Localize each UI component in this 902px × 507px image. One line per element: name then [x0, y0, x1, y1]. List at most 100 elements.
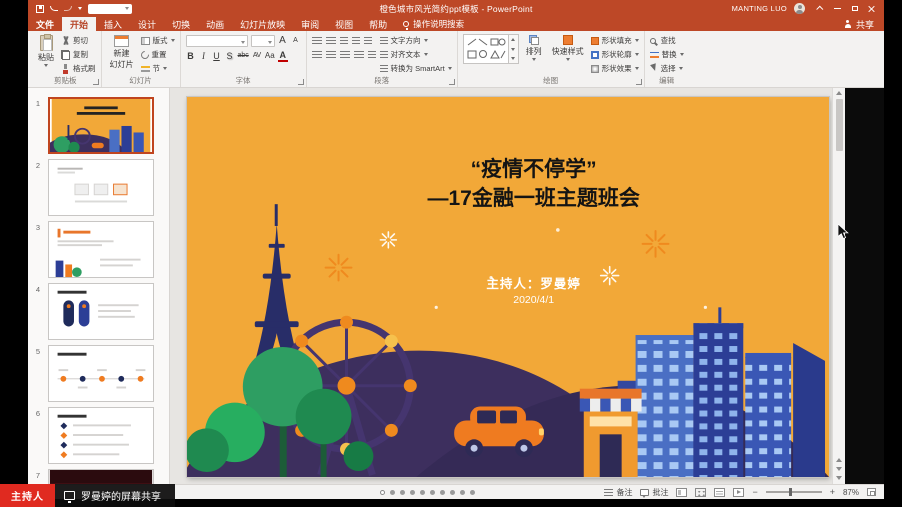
dot[interactable] [470, 490, 475, 495]
shape-gallery[interactable] [463, 34, 509, 64]
slide-title[interactable]: “疫情不停学” —17金融一班主题班会 [328, 155, 739, 214]
quick-styles-button[interactable]: 快速样式 [549, 34, 587, 76]
tab-animations[interactable]: 动画 [198, 17, 232, 31]
slide-thumbnail-4[interactable] [48, 283, 154, 340]
cut-button[interactable]: 剪切 [61, 34, 96, 47]
tab-home[interactable]: 开始 [62, 17, 96, 31]
new-slide-button[interactable]: 新建 幻灯片 [107, 34, 137, 76]
slide-thumbnail-5[interactable] [48, 345, 154, 402]
tab-file[interactable]: 文件 [28, 17, 62, 31]
tell-me-search[interactable]: 操作说明搜索 [395, 17, 472, 31]
ribbon-options-button[interactable] [812, 2, 829, 15]
qat-combo[interactable] [88, 4, 132, 14]
notes-button[interactable]: 备注 [604, 487, 632, 498]
scroll-up-arrow-icon[interactable] [836, 91, 842, 95]
share-button[interactable]: 共享 [834, 17, 884, 31]
text-direction-button[interactable]: 文字方向 [380, 34, 452, 47]
account-name[interactable]: MANTING LUO [732, 4, 787, 13]
grow-font-button[interactable]: A [278, 35, 288, 47]
format-painter-button[interactable]: 格式刷 [61, 62, 96, 75]
increase-indent-icon[interactable] [352, 37, 360, 45]
restore-button[interactable] [846, 2, 863, 15]
shape-fill-button[interactable]: 形状填充 [591, 34, 639, 47]
dot[interactable] [420, 490, 425, 495]
select-button[interactable]: 选择 [650, 62, 684, 75]
next-slide-icon[interactable] [836, 467, 842, 471]
scrollbar-thumb[interactable] [836, 99, 843, 151]
slide-sorter-view-button[interactable] [695, 488, 706, 497]
slideshow-view-button[interactable] [733, 488, 744, 497]
dialog-launcher-icon[interactable] [636, 79, 642, 85]
slide-date-text[interactable]: 2020/4/1 [328, 294, 739, 306]
justify-icon[interactable] [354, 51, 364, 59]
dot[interactable] [390, 490, 395, 495]
slide-thumbnail-1[interactable] [48, 97, 154, 154]
fit-slide-icon[interactable] [867, 488, 876, 496]
find-button[interactable]: 查找 [650, 34, 684, 47]
current-slide[interactable]: “疫情不停学” —17金融一班主题班会 主持人：罗曼婷 2020/4/1 [187, 97, 829, 477]
zoom-in-button[interactable]: + [830, 488, 835, 497]
dialog-launcher-icon[interactable] [449, 79, 455, 85]
italic-button[interactable]: I [199, 50, 209, 62]
slide-thumbnail-7[interactable] [48, 469, 154, 484]
shape-outline-button[interactable]: 形状轮廓 [591, 48, 639, 61]
dot[interactable] [440, 490, 445, 495]
zoom-out-button[interactable]: − [752, 488, 757, 497]
dot[interactable] [410, 490, 415, 495]
section-button[interactable]: 节 [141, 62, 175, 75]
dot[interactable] [450, 490, 455, 495]
slide-thumbnail-6[interactable] [48, 407, 154, 464]
strikethrough-button[interactable]: abc [238, 50, 249, 62]
slide-presenter-text[interactable]: 主持人：罗曼婷 [328, 273, 739, 292]
arrange-button[interactable]: 排列 [523, 34, 545, 76]
shape-gallery-scroll[interactable] [509, 34, 519, 64]
underline-button[interactable]: U [212, 50, 222, 62]
tab-transitions[interactable]: 切换 [164, 17, 198, 31]
tab-view[interactable]: 视图 [327, 17, 361, 31]
zoom-slider[interactable] [766, 491, 822, 493]
tab-design[interactable]: 设计 [130, 17, 164, 31]
zoom-level[interactable]: 87% [843, 488, 859, 497]
numbering-icon[interactable] [326, 37, 336, 45]
slide-thumbnail-3[interactable] [48, 221, 154, 278]
layout-button[interactable]: 版式 [141, 34, 175, 47]
bold-button[interactable]: B [186, 50, 196, 62]
shape-effects-button[interactable]: 形状效果 [591, 62, 639, 75]
line-spacing-icon[interactable] [364, 37, 372, 45]
dot[interactable] [460, 490, 465, 495]
save-icon[interactable] [36, 5, 44, 13]
reading-view-button[interactable] [714, 488, 725, 497]
decrease-indent-icon[interactable] [340, 37, 348, 45]
account-avatar[interactable] [794, 3, 805, 14]
font-size-combo[interactable] [251, 35, 275, 47]
undo-icon[interactable] [50, 6, 58, 11]
font-name-combo[interactable] [186, 35, 248, 47]
align-text-button[interactable]: 对齐文本 [380, 48, 452, 61]
dot[interactable] [400, 490, 405, 495]
text-shadow-button[interactable]: S [225, 50, 235, 62]
align-left-icon[interactable] [312, 51, 322, 59]
align-center-icon[interactable] [326, 51, 336, 59]
align-right-icon[interactable] [340, 51, 350, 59]
paste-button[interactable]: 粘贴 [35, 34, 57, 76]
bullets-icon[interactable] [312, 37, 322, 45]
replace-button[interactable]: 替换 [650, 48, 684, 61]
dialog-launcher-icon[interactable] [93, 79, 99, 85]
change-case-button[interactable]: Aa [265, 50, 275, 62]
smartart-button[interactable]: 转换为 SmartArt [380, 62, 452, 75]
normal-view-button[interactable] [676, 488, 687, 497]
shrink-font-button[interactable]: A [291, 35, 301, 47]
tab-help[interactable]: 帮助 [361, 17, 395, 31]
tab-insert[interactable]: 插入 [96, 17, 130, 31]
vertical-scrollbar[interactable] [832, 88, 845, 484]
comments-button[interactable]: 批注 [640, 487, 668, 498]
qat-dropdown-icon[interactable] [78, 7, 82, 10]
copy-button[interactable]: 复制 [61, 48, 96, 61]
tab-slideshow[interactable]: 幻灯片放映 [232, 17, 293, 31]
close-button[interactable] [863, 2, 880, 15]
scroll-down-arrow-icon[interactable] [836, 476, 842, 480]
columns-icon[interactable] [368, 51, 376, 59]
reset-button[interactable]: 重置 [141, 48, 175, 61]
font-color-button[interactable]: A [278, 51, 288, 62]
dot[interactable] [430, 490, 435, 495]
